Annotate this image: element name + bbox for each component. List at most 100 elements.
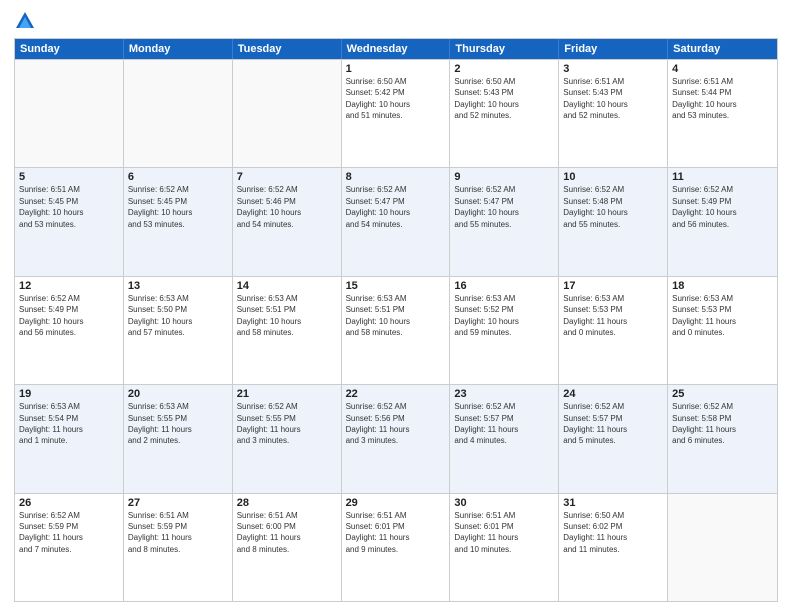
cell-info: Sunset: 6:01 PM xyxy=(454,522,554,532)
calendar: SundayMondayTuesdayWednesdayThursdayFrid… xyxy=(14,38,778,602)
calendar-cell: 3 Sunrise: 6:51 AMSunset: 5:43 PM Daylight… xyxy=(559,60,668,167)
day-number: 25 xyxy=(672,388,773,400)
cell-info: Daylight: 11 hours xyxy=(563,533,663,543)
cell-info: Sunrise: 6:52 AM xyxy=(237,185,337,195)
cell-info: Daylight: 11 hours xyxy=(563,317,663,327)
calendar-cell: 1Sunrise: 6:50 AMSunset: 5:42 PMDaylight… xyxy=(342,60,451,167)
cell-info: Sunset: 5:50 PM xyxy=(128,305,228,315)
cell-info: Sunset: 5:58 PM xyxy=(672,414,773,424)
cell-info: Sunrise: 6:51 AM xyxy=(237,511,337,521)
cell-info: Daylight: 11 hours xyxy=(672,317,773,327)
cell-info: and 58 minutes. xyxy=(346,328,446,338)
cell-info: Sunset: 5:53 PM xyxy=(672,305,773,315)
cell-info: Sunset: 5:49 PM xyxy=(19,305,119,315)
cell-info: Sunset: 5:45 PM xyxy=(19,197,119,207)
calendar-cell: 17Sunrise: 6:53 AMSunset: 5:53 PMDayligh… xyxy=(559,277,668,384)
cell-info: Sunset: 5:59 PM xyxy=(19,522,119,532)
cell-info: Sunrise: 6:50 AM xyxy=(563,511,663,521)
calendar-cell-empty xyxy=(15,60,124,167)
calendar-cell: 30Sunrise: 6:51 AMSunset: 6:01 PMDayligh… xyxy=(450,494,559,601)
cell-info: Sunset: 6:00 PM xyxy=(237,522,337,532)
cell-info: Daylight: 10 hours xyxy=(454,208,554,218)
cell-info: Sunrise: 6:53 AM xyxy=(563,294,663,304)
cell-info: Daylight: 10 hours xyxy=(19,208,119,218)
cell-info: Daylight: 10 hours xyxy=(237,208,337,218)
cell-info: Sunrise: 6:52 AM xyxy=(346,185,446,195)
cell-info: Daylight: 11 hours xyxy=(346,533,446,543)
cell-info: and 58 minutes. xyxy=(237,328,337,338)
cell-info: Sunset: 6:01 PM xyxy=(346,522,446,532)
cell-info: Sunset: 5:51 PM xyxy=(237,305,337,315)
cell-info: and 55 minutes. xyxy=(563,220,663,230)
cell-info: Daylight: 10 hours xyxy=(128,317,228,327)
calendar-header: SundayMondayTuesdayWednesdayThursdayFrid… xyxy=(15,39,777,59)
cell-info: and 8 minutes. xyxy=(128,545,228,555)
cell-info: Daylight: 10 hours xyxy=(346,208,446,218)
cell-info: Sunrise: 6:52 AM xyxy=(563,185,663,195)
cell-info: and 6 minutes. xyxy=(672,436,773,446)
header xyxy=(14,10,778,32)
cell-info: Sunrise: 6:53 AM xyxy=(346,294,446,304)
cell-info: Sunrise: 6:53 AM xyxy=(128,294,228,304)
cell-info: Sunset: 5:52 PM xyxy=(454,305,554,315)
day-number: 24 xyxy=(563,388,663,400)
cell-info: Sunset: 5:43 PM xyxy=(454,88,554,98)
cell-info: and 52 minutes. xyxy=(563,111,663,121)
day-number: 13 xyxy=(128,280,228,292)
day-number: 14 xyxy=(237,280,337,292)
cell-info: Sunset: 5:59 PM xyxy=(128,522,228,532)
cell-info: and 11 minutes. xyxy=(563,545,663,555)
cell-info: and 7 minutes. xyxy=(19,545,119,555)
calendar-cell: 10Sunrise: 6:52 AMSunset: 5:48 PMDayligh… xyxy=(559,168,668,275)
calendar-row: 12 Sunrise: 6:52 AMSunset: 5:49 PM Dayligh… xyxy=(15,276,777,384)
cell-info: and 1 minute. xyxy=(19,436,119,446)
cell-info: Daylight: 10 hours xyxy=(563,100,663,110)
logo xyxy=(14,10,40,32)
cell-info: Sunset: 6:02 PM xyxy=(563,522,663,532)
calendar-cell: 20Sunrise: 6:53 AMSunset: 5:55 PMDayligh… xyxy=(124,385,233,492)
calendar-cell: 7Sunrise: 6:52 AMSunset: 5:46 PMDaylight… xyxy=(233,168,342,275)
page: SundayMondayTuesdayWednesdayThursdayFrid… xyxy=(0,0,792,612)
cell-info: Sunset: 5:47 PM xyxy=(454,197,554,207)
cell-info: Sunrise: 6:51 AM xyxy=(454,511,554,521)
weekday-header: Saturday xyxy=(668,39,777,59)
cell-info: and 3 minutes. xyxy=(237,436,337,446)
calendar-cell: 9Sunrise: 6:52 AMSunset: 5:47 PMDaylight… xyxy=(450,168,559,275)
cell-info: Sunset: 5:55 PM xyxy=(237,414,337,424)
cell-info: Sunset: 5:47 PM xyxy=(346,197,446,207)
cell-info: Daylight: 11 hours xyxy=(672,425,773,435)
calendar-cell: 29Sunrise: 6:51 AMSunset: 6:01 PMDayligh… xyxy=(342,494,451,601)
calendar-cell-empty xyxy=(233,60,342,167)
day-number: 26 xyxy=(19,497,119,509)
cell-info: Daylight: 11 hours xyxy=(237,533,337,543)
calendar-cell-empty xyxy=(124,60,233,167)
calendar-cell: 18Sunrise: 6:53 AMSunset: 5:53 PMDayligh… xyxy=(668,277,777,384)
calendar-cell: 2Sunrise: 6:50 AMSunset: 5:43 PMDaylight… xyxy=(450,60,559,167)
cell-info: Sunset: 5:44 PM xyxy=(672,88,773,98)
cell-info: Sunrise: 6:51 AM xyxy=(563,77,663,87)
cell-info: and 2 minutes. xyxy=(128,436,228,446)
cell-info: Sunset: 5:48 PM xyxy=(563,197,663,207)
day-number: 3 xyxy=(563,63,663,75)
day-number: 10 xyxy=(563,171,663,183)
day-number: 5 xyxy=(19,171,119,183)
cell-info: Sunrise: 6:52 AM xyxy=(346,402,446,412)
cell-info: Daylight: 10 hours xyxy=(346,317,446,327)
day-number: 12 xyxy=(19,280,119,292)
cell-info: and 59 minutes. xyxy=(454,328,554,338)
cell-info: Sunrise: 6:51 AM xyxy=(128,511,228,521)
cell-info: Daylight: 10 hours xyxy=(454,100,554,110)
cell-info: Daylight: 11 hours xyxy=(19,425,119,435)
cell-info: Daylight: 10 hours xyxy=(19,317,119,327)
calendar-cell: 27Sunrise: 6:51 AMSunset: 5:59 PMDayligh… xyxy=(124,494,233,601)
cell-info: Sunrise: 6:53 AM xyxy=(128,402,228,412)
calendar-cell: 23Sunrise: 6:52 AMSunset: 5:57 PMDayligh… xyxy=(450,385,559,492)
cell-info: Sunset: 5:51 PM xyxy=(346,305,446,315)
cell-info: Sunrise: 6:52 AM xyxy=(19,294,119,304)
cell-info: Sunset: 5:43 PM xyxy=(563,88,663,98)
calendar-cell: 12 Sunrise: 6:52 AMSunset: 5:49 PM Dayligh… xyxy=(15,277,124,384)
calendar-cell: 19Sunrise: 6:53 AMSunset: 5:54 PMDayligh… xyxy=(15,385,124,492)
cell-info: Sunrise: 6:50 AM xyxy=(346,77,446,87)
day-number: 21 xyxy=(237,388,337,400)
cell-info: and 54 minutes. xyxy=(237,220,337,230)
